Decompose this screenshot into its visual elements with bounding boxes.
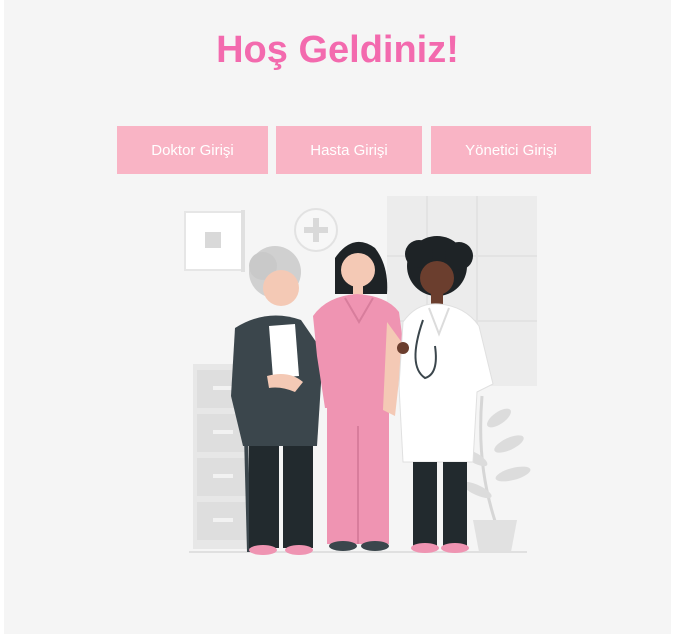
patient-login-button[interactable]: Hasta Girişi [276,126,422,174]
healthcare-team-illustration [184,196,537,555]
medical-cross-icon [294,208,338,252]
doctor-login-button[interactable]: Doktor Girişi [117,126,268,174]
page-title: Hoş Geldiniz! [216,29,459,71]
admin-login-button[interactable]: Yönetici Girişi [431,126,591,174]
welcome-page: Hoş Geldiniz! Doktor Girişi Hasta Girişi… [4,0,671,634]
